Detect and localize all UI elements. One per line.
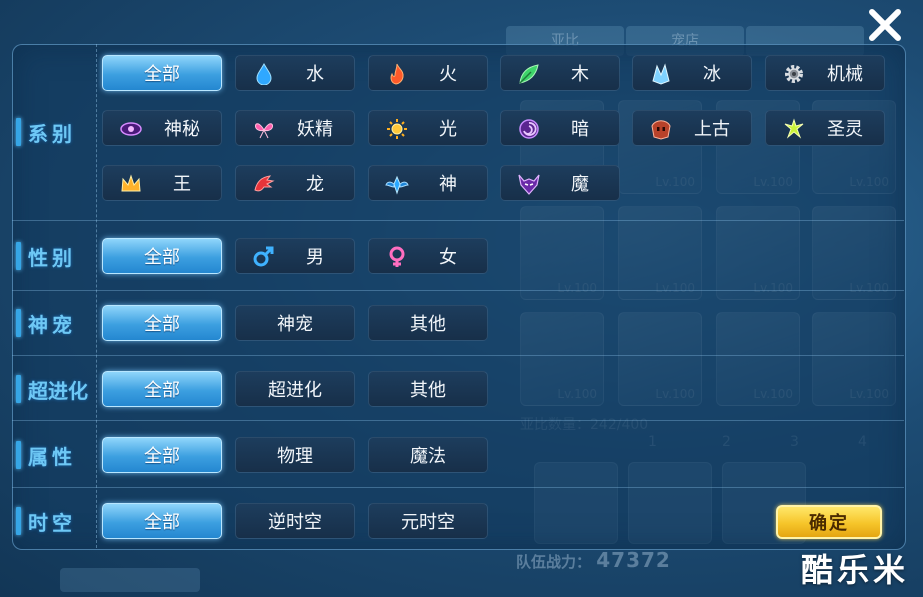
category-marker — [16, 309, 21, 337]
holy-spirit-icon — [782, 118, 806, 140]
category-marker — [16, 441, 21, 469]
category-label: 神宠 — [28, 312, 76, 337]
fairy-wings-icon — [252, 118, 276, 140]
demon-helm-icon — [517, 173, 541, 195]
category-label: 系别 — [28, 121, 76, 146]
gender-option-male[interactable]: 男 — [235, 238, 355, 274]
category-marker — [16, 375, 21, 403]
element-option-holy[interactable]: 圣灵 — [765, 110, 885, 146]
category-marker — [16, 507, 21, 535]
watermark-logo: 酷乐米 — [800, 551, 909, 589]
mystic-eye-icon — [119, 118, 143, 140]
row-separator — [12, 487, 904, 488]
category-gender: 性别 — [16, 236, 96, 276]
leaf-icon — [517, 63, 541, 85]
spacetime-option-origin[interactable]: 元时空 — [368, 503, 488, 539]
category-label: 性别 — [28, 245, 76, 270]
element-option-fire[interactable]: 火 — [368, 55, 488, 91]
attribute-option-magic[interactable]: 魔法 — [368, 437, 488, 473]
dark-swirl-icon — [517, 118, 541, 140]
attribute-option-physical[interactable]: 物理 — [235, 437, 355, 473]
close-icon — [869, 9, 901, 41]
super-evolution-option-all[interactable]: 全部 — [102, 371, 222, 407]
element-option-demon[interactable]: 魔 — [500, 165, 620, 201]
female-symbol-icon — [385, 246, 409, 268]
category-label: 超进化 — [28, 378, 88, 403]
element-option-king[interactable]: 王 — [102, 165, 222, 201]
element-option-dragon[interactable]: 龙 — [235, 165, 355, 201]
super-evolution-option-other[interactable]: 其他 — [368, 371, 488, 407]
super-evolution-option-evolved[interactable]: 超进化 — [235, 371, 355, 407]
row-separator — [12, 290, 904, 291]
element-option-fairy[interactable]: 妖精 — [235, 110, 355, 146]
category-marker — [16, 242, 21, 270]
ancient-mask-icon — [649, 118, 673, 140]
category-element: 系别 — [16, 112, 96, 152]
divine-pet-option-other[interactable]: 其他 — [368, 305, 488, 341]
bg-bottom-button — [60, 568, 200, 592]
gender-option-female[interactable]: 女 — [368, 238, 488, 274]
row-separator — [12, 355, 904, 356]
dragon-icon — [252, 173, 276, 195]
water-drop-icon — [252, 63, 276, 85]
spacetime-option-all[interactable]: 全部 — [102, 503, 222, 539]
ice-crystal-icon — [649, 63, 673, 85]
gender-option-all[interactable]: 全部 — [102, 238, 222, 274]
spacetime-option-reverse[interactable]: 逆时空 — [235, 503, 355, 539]
element-option-ice[interactable]: 冰 — [632, 55, 752, 91]
element-option-god[interactable]: 神 — [368, 165, 488, 201]
divine-pet-option-divine[interactable]: 神宠 — [235, 305, 355, 341]
confirm-button[interactable]: 确定 — [776, 505, 882, 539]
category-label: 时空 — [28, 510, 76, 535]
element-option-mystic[interactable]: 神秘 — [102, 110, 222, 146]
divine-pet-option-all[interactable]: 全部 — [102, 305, 222, 341]
fire-icon — [385, 63, 409, 85]
row-separator — [12, 420, 904, 421]
attribute-option-all[interactable]: 全部 — [102, 437, 222, 473]
category-spacetime: 时空 — [16, 501, 96, 541]
category-super-evolution: 超进化 — [16, 369, 96, 409]
element-option-ancient[interactable]: 上古 — [632, 110, 752, 146]
element-option-all[interactable]: 全部 — [102, 55, 222, 91]
male-symbol-icon — [252, 246, 276, 268]
category-divine-pet: 神宠 — [16, 303, 96, 343]
element-option-dark[interactable]: 暗 — [500, 110, 620, 146]
sun-icon — [385, 118, 409, 140]
divine-wings-icon — [385, 173, 409, 195]
element-option-water[interactable]: 水 — [235, 55, 355, 91]
category-label: 属性 — [28, 444, 76, 469]
bg-team-power: 队伍战力： 47372 — [516, 548, 671, 572]
element-option-machine[interactable]: 机械 — [765, 55, 885, 91]
row-separator — [12, 220, 904, 221]
category-marker — [16, 118, 21, 146]
element-option-wood[interactable]: 木 — [500, 55, 620, 91]
category-divider — [96, 44, 97, 548]
gear-icon — [782, 63, 806, 85]
close-button[interactable] — [866, 8, 904, 42]
element-option-light[interactable]: 光 — [368, 110, 488, 146]
category-attribute: 属性 — [16, 435, 96, 475]
crown-icon — [119, 173, 143, 195]
